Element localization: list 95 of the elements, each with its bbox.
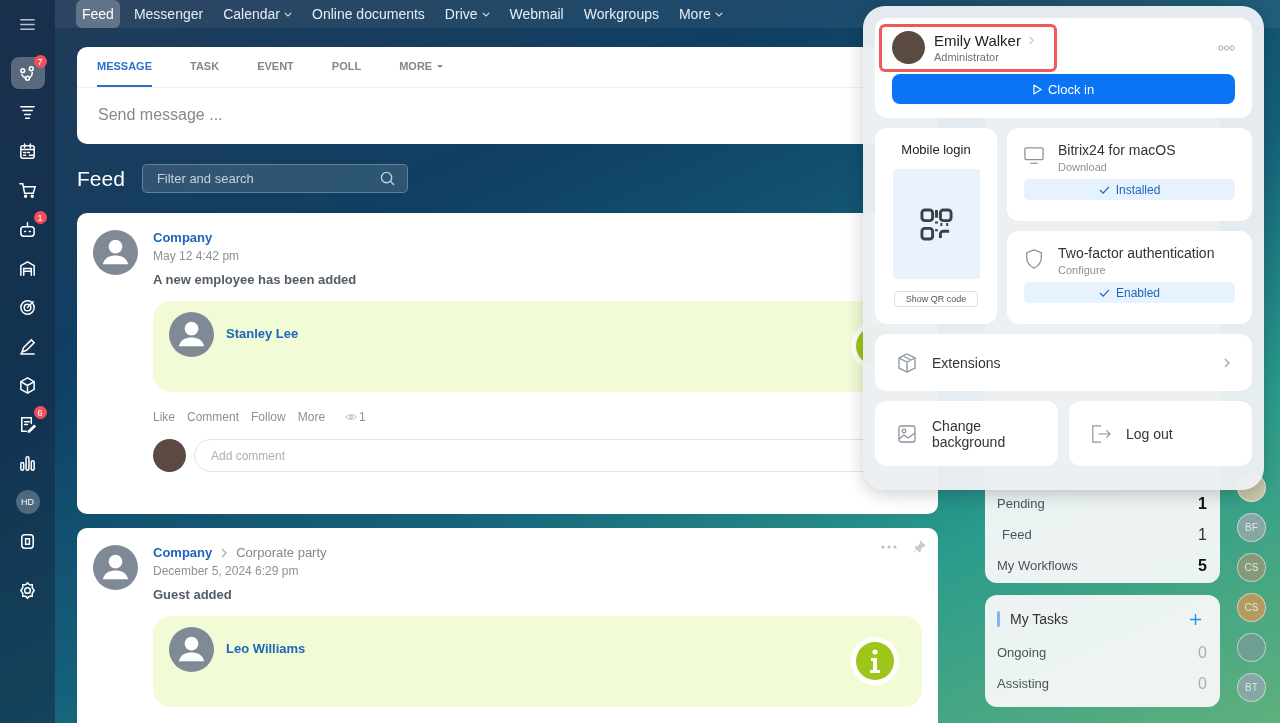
user-avatar [93,545,138,590]
bar-chart-icon [18,453,37,473]
user-avatar [169,312,214,357]
cube-icon [18,375,37,395]
nav-tab[interactable]: Calendar [217,0,298,28]
image-icon [897,423,917,444]
avatar-photo [892,31,925,64]
post-action[interactable]: Like [153,410,175,424]
composer-tab[interactable]: TASK [190,47,220,87]
show-qr-code-button[interactable]: Show QR code [893,291,979,307]
nav-tab[interactable]: Online documents [306,0,431,28]
play-icon [1032,83,1042,95]
app-subtitle: Download [1058,161,1108,173]
search-icon [379,171,395,186]
avatar-photo [153,439,186,472]
nav-tab[interactable]: Webmail [503,0,570,28]
task-row[interactable]: Assisting 0 [997,668,1207,699]
nav-tab[interactable]: More [672,0,729,28]
sidebar-item[interactable]: 7 [10,57,45,89]
app-subtitle: Configure [1058,264,1107,276]
settings-icon [18,580,37,600]
post-title: A new employee has been added [153,272,358,287]
notification-badge: 1 [33,211,47,224]
composer-tab[interactable]: POLL [331,47,362,87]
info-icon [850,636,900,686]
views-count: 1 [345,410,366,424]
change-background-button[interactable]: Change background [875,401,1058,466]
status-label: Enabled [1024,282,1235,303]
caret-icon [437,64,444,68]
card-title: Mobile login [901,142,971,157]
chevron-down-icon [284,11,292,17]
chevron-right-icon [1028,36,1034,45]
app-title: Bitrix24 for macOS [1058,142,1176,158]
post-action[interactable]: More [297,410,326,424]
notification-badge: 6 [33,406,47,419]
document-pen-icon [18,414,37,434]
user-role: Administrator [934,51,1000,63]
check-icon [1098,185,1110,194]
tasks-title: My Tasks [1010,611,1070,627]
sidebar-item[interactable]: 1 [10,213,45,245]
chevron-down-icon [714,11,723,17]
post-action[interactable]: Follow [251,410,286,424]
user-avatar [169,627,214,672]
cube-icon [897,352,917,373]
sidebar-item[interactable]: 6 [10,408,45,440]
post-target: Corporate party [236,545,327,560]
calendar-icon [18,141,37,161]
composer-tab[interactable]: MESSAGE [97,47,152,87]
page-title: Feed [77,166,125,191]
app-card[interactable]: Two-factor authentication Configure Enabled [1007,231,1252,324]
composer-tab[interactable]: EVENT [257,47,294,87]
garage-icon [18,258,37,278]
task-row[interactable]: Ongoing 0 [997,637,1207,668]
pen-icon [18,336,37,356]
user-name: Emily Walker [934,32,1034,49]
network-icon [18,63,37,83]
person-link[interactable]: Leo Williams [226,641,306,656]
person-link[interactable]: Stanley Lee [226,326,299,341]
chevron-right-icon [1224,357,1230,368]
clock-in-button[interactable]: Clock in [892,74,1235,104]
post-date: May 12 4:42 pm [153,249,241,263]
status-label: Installed [1024,179,1235,200]
logout-icon [1091,423,1111,444]
nav-tab[interactable]: Workgroups [577,0,665,28]
nav-tab[interactable]: Feed [76,0,120,28]
post-action[interactable]: Comment [187,410,240,424]
counter-row[interactable]: Feed 1 [997,519,1207,550]
notification-badge: 7 [33,55,47,68]
plus-icon[interactable] [1190,613,1201,625]
robot-icon [18,219,37,239]
chevron-down-icon [481,11,490,17]
shield-icon [1024,249,1044,269]
check-icon [1098,288,1110,297]
qr-code-icon [919,207,953,241]
counter-row[interactable]: My Workflows 5 [997,550,1207,581]
nav-tab[interactable]: Drive [438,0,496,28]
target-icon [18,297,37,317]
author-link[interactable]: Company [153,545,213,560]
app-card[interactable]: Bitrix24 for macOS Download Installed [1007,128,1252,221]
eye-icon [345,413,358,421]
monitor-icon [1024,146,1044,166]
author-link[interactable]: Company [153,230,213,245]
chevron-right-icon [221,547,228,558]
composer-tab[interactable]: MORE [399,47,444,87]
nav-tab[interactable]: Messenger [127,0,210,28]
log-out-button[interactable]: Log out [1069,401,1252,466]
user-avatar [93,230,138,275]
profile-link[interactable]: Emily Walker Administrator [879,24,1057,72]
post-title: Guest added [153,587,233,602]
app-title: Two-factor authentication [1058,245,1215,261]
cart-icon [18,180,37,200]
post-date: December 5, 2024 6:29 pm [153,564,300,578]
counter-row[interactable]: Pending 1 [997,488,1207,519]
extensions-item[interactable]: Extensions [875,334,1252,391]
extensions-label: Extensions [932,354,1002,371]
